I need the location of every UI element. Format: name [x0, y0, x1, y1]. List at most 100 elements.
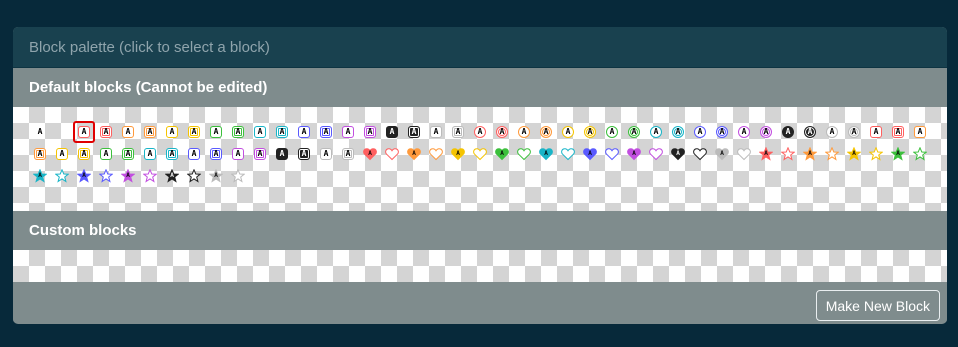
palette-block[interactable]: A [293, 143, 315, 165]
palette-block[interactable] [513, 143, 535, 165]
palette-block[interactable]: A [667, 143, 689, 165]
palette-block[interactable] [777, 143, 799, 165]
orange-square-icon: A [122, 126, 134, 138]
palette-block[interactable]: A [843, 143, 865, 165]
palette-block[interactable]: A [535, 121, 557, 143]
palette-block[interactable]: A [271, 143, 293, 165]
palette-block[interactable]: A [183, 143, 205, 165]
orange-circle-inner-icon: A [540, 126, 552, 138]
palette-block[interactable]: A [447, 121, 469, 143]
yellow-square-alt-icon: A [56, 148, 68, 160]
palette-block[interactable]: A [359, 121, 381, 143]
palette-block[interactable]: A [623, 121, 645, 143]
palette-block[interactable] [909, 143, 931, 165]
palette-block[interactable] [227, 165, 249, 187]
palette-block[interactable]: A [777, 121, 799, 143]
palette-block[interactable] [381, 143, 403, 165]
palette-block[interactable] [139, 165, 161, 187]
palette-block[interactable]: A [161, 121, 183, 143]
palette-block[interactable] [689, 143, 711, 165]
palette-block[interactable]: A [711, 143, 733, 165]
palette-block[interactable]: A [271, 121, 293, 143]
palette-block[interactable]: A [755, 143, 777, 165]
palette-block[interactable] [733, 143, 755, 165]
palette-block[interactable]: A [535, 143, 557, 165]
palette-block[interactable]: A [843, 121, 865, 143]
palette-block[interactable]: A [579, 121, 601, 143]
palette-block[interactable]: A [73, 143, 95, 165]
palette-block[interactable]: A [95, 121, 117, 143]
palette-block[interactable]: A [139, 143, 161, 165]
palette-block[interactable]: A [29, 143, 51, 165]
palette-block[interactable]: A [29, 165, 51, 187]
palette-block[interactable]: A [315, 143, 337, 165]
palette-block[interactable]: A [645, 121, 667, 143]
palette-block[interactable]: A [667, 121, 689, 143]
palette-block[interactable] [183, 165, 205, 187]
make-new-block-button[interactable]: Make New Block [815, 290, 940, 321]
palette-block[interactable]: A [601, 121, 623, 143]
palette-block[interactable] [821, 143, 843, 165]
palette-block[interactable] [51, 121, 73, 143]
palette-block[interactable]: A [469, 121, 491, 143]
palette-block[interactable]: A [359, 143, 381, 165]
palette-block[interactable]: A [337, 121, 359, 143]
palette-block[interactable]: A [139, 121, 161, 143]
palette-block[interactable]: A [755, 121, 777, 143]
palette-block[interactable] [601, 143, 623, 165]
palette-block[interactable]: A [205, 121, 227, 143]
palette-block[interactable]: A [51, 143, 73, 165]
white-circle-inner-icon: A [848, 126, 860, 138]
palette-block[interactable]: A [711, 121, 733, 143]
palette-block[interactable] [469, 143, 491, 165]
palette-block[interactable]: A [865, 121, 887, 143]
palette-block[interactable]: A [799, 121, 821, 143]
palette-block[interactable]: A [623, 143, 645, 165]
palette-block[interactable]: A [513, 121, 535, 143]
palette-block[interactable]: A [381, 121, 403, 143]
palette-block[interactable]: A [557, 121, 579, 143]
palette-block[interactable]: A [117, 143, 139, 165]
palette-block[interactable]: A [205, 143, 227, 165]
palette-block[interactable]: A [117, 165, 139, 187]
palette-block[interactable]: A [491, 121, 513, 143]
palette-block[interactable]: A [117, 121, 139, 143]
palette-block[interactable]: A [161, 165, 183, 187]
palette-block[interactable]: A [315, 121, 337, 143]
palette-block[interactable] [865, 143, 887, 165]
palette-block[interactable]: A [425, 121, 447, 143]
palette-block[interactable]: A [733, 121, 755, 143]
blue-circle-icon: A [694, 126, 706, 138]
orange-star-filled-icon: A [803, 147, 817, 161]
palette-block[interactable]: A [29, 121, 51, 143]
palette-block[interactable]: A [249, 121, 271, 143]
palette-block[interactable]: A [491, 143, 513, 165]
palette-block[interactable]: A [403, 121, 425, 143]
palette-block[interactable]: A [403, 143, 425, 165]
palette-block[interactable]: A [205, 165, 227, 187]
palette-block[interactable]: A [887, 143, 909, 165]
palette-block[interactable]: A [447, 143, 469, 165]
palette-block[interactable]: A [909, 121, 931, 143]
palette-block[interactable] [645, 143, 667, 165]
palette-block[interactable]: A [689, 121, 711, 143]
palette-block[interactable] [95, 165, 117, 187]
palette-block[interactable]: A [183, 121, 205, 143]
palette-block[interactable]: A [887, 121, 909, 143]
palette-block[interactable]: A [227, 143, 249, 165]
palette-block[interactable]: A [249, 143, 271, 165]
palette-block[interactable]: A [73, 165, 95, 187]
palette-block[interactable]: A [821, 121, 843, 143]
palette-block[interactable]: A [73, 121, 95, 143]
palette-block[interactable] [557, 143, 579, 165]
palette-block[interactable]: A [227, 121, 249, 143]
palette-block[interactable]: A [799, 143, 821, 165]
palette-block[interactable]: A [579, 143, 601, 165]
teal-square-icon: A [254, 126, 266, 138]
palette-block[interactable] [425, 143, 447, 165]
palette-block[interactable]: A [293, 121, 315, 143]
palette-block[interactable]: A [161, 143, 183, 165]
palette-block[interactable]: A [337, 143, 359, 165]
palette-block[interactable] [51, 165, 73, 187]
palette-block[interactable]: A [95, 143, 117, 165]
